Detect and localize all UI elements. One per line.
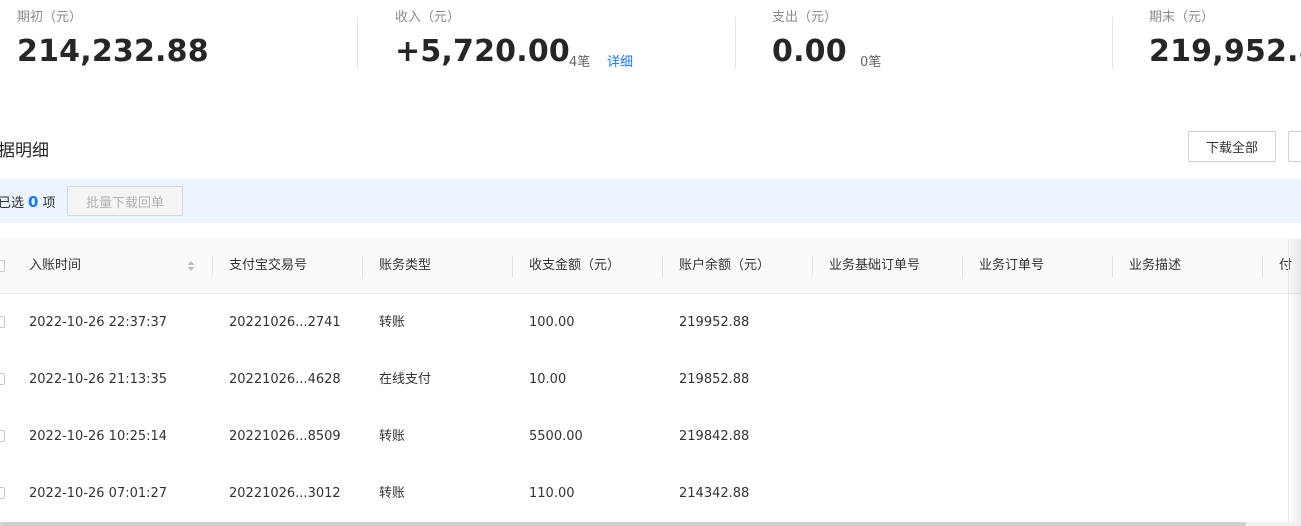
column-divider (512, 256, 513, 277)
select-all-checkbox[interactable] (0, 260, 5, 272)
column-divider (1112, 256, 1113, 277)
cell-type: 转账 (379, 315, 406, 330)
section-title: 据明细 (0, 141, 49, 161)
horizontal-scrollbar-thumb[interactable] (0, 522, 1246, 526)
closing-balance: 期末（元） 219,952.88 (1149, 0, 1301, 80)
cell-amount: 10.00 (529, 372, 567, 387)
row-checkbox[interactable] (0, 373, 5, 385)
opening-value: 214,232.88 (17, 34, 209, 69)
selection-status: 已选 0 项 (0, 192, 55, 211)
more-button[interactable] (1288, 131, 1301, 162)
selection-prefix: 已选 (0, 196, 25, 211)
column-header-entry-time[interactable]: 入账时间 (29, 239, 81, 293)
row-checkbox[interactable] (0, 316, 5, 328)
table-row[interactable]: 2022-10-26 21:13:35 20221026...4628 在线支付… (0, 351, 1301, 409)
column-header-payment: 付 (1279, 258, 1293, 273)
cell-entry-time: 2022-10-26 10:25:14 (29, 429, 168, 444)
cell-balance: 214342.88 (679, 486, 750, 501)
table-header: 入账时间 支付宝交易号 账务类型 收支金额（元） 账户余额（元） 业务基础订单号… (0, 239, 1301, 294)
column-header-trade-no: 支付宝交易号 (229, 258, 308, 273)
cell-trade-no: 20221026...4628 (229, 372, 341, 387)
closing-label: 期末（元） (1149, 10, 1215, 25)
income-count: 4笔 (569, 55, 591, 70)
table-row[interactable]: 2022-10-26 07:01:27 20221026...3012 转账 1… (0, 465, 1301, 523)
income-value: +5,720.00 (395, 34, 570, 69)
column-header-balance: 账户余额（元） (679, 258, 771, 273)
row-checkbox[interactable] (0, 430, 5, 442)
summary-divider (1112, 17, 1113, 68)
table-row[interactable]: 2022-10-26 22:37:37 20221026...2741 转账 1… (0, 294, 1301, 352)
column-divider (962, 256, 963, 277)
fixed-column-edge (1288, 239, 1289, 524)
cell-trade-no: 20221026...3012 (229, 486, 341, 501)
cell-balance: 219852.88 (679, 372, 750, 387)
batch-download-button[interactable]: 批量下载回单 (67, 186, 183, 216)
selection-bar: 已选 0 项 批量下载回单 (0, 179, 1301, 223)
income-label: 收入（元） (395, 10, 461, 25)
column-header-amount: 收支金额（元） (529, 258, 621, 273)
column-divider (212, 256, 213, 277)
cell-balance: 219952.88 (679, 315, 750, 330)
column-divider (662, 256, 663, 277)
selection-suffix: 项 (42, 196, 56, 211)
summary-divider (735, 17, 736, 68)
cell-amount: 5500.00 (529, 429, 583, 444)
cell-entry-time: 2022-10-26 21:13:35 (29, 372, 168, 387)
column-header-type: 账务类型 (379, 258, 432, 273)
expense-value: 0.00 (772, 34, 847, 69)
column-divider (362, 256, 363, 277)
cell-type: 在线支付 (379, 372, 432, 387)
opening-label: 期初（元） (17, 10, 83, 25)
expense-label: 支出（元） (772, 10, 838, 25)
column-header-description: 业务描述 (1129, 258, 1182, 273)
column-divider (1262, 256, 1263, 277)
cell-type: 转账 (379, 486, 406, 501)
closing-value: 219,952.88 (1149, 34, 1301, 69)
summary-divider (357, 17, 358, 68)
column-divider (812, 256, 813, 277)
table-row[interactable]: 2022-10-26 10:25:14 20221026...8509 转账 5… (0, 408, 1301, 466)
cell-entry-time: 2022-10-26 22:37:37 (29, 315, 168, 330)
column-header-base-order-no: 业务基础订单号 (829, 258, 921, 273)
cell-amount: 100.00 (529, 315, 575, 330)
balance-summary: 期初（元） 214,232.88 收入（元） +5,720.00 4笔 详细 支… (0, 0, 1301, 80)
download-all-button[interactable]: 下载全部 (1188, 131, 1276, 162)
row-checkbox[interactable] (0, 487, 5, 499)
cell-entry-time: 2022-10-26 07:01:27 (29, 486, 168, 501)
cell-balance: 219842.88 (679, 429, 750, 444)
cell-type: 转账 (379, 429, 406, 444)
sort-icon[interactable] (187, 260, 195, 272)
cell-amount: 110.00 (529, 486, 575, 501)
column-header-order-no: 业务订单号 (979, 258, 1045, 273)
income-detail-link[interactable]: 详细 (607, 51, 633, 70)
cell-trade-no: 20221026...2741 (229, 315, 341, 330)
cell-trade-no: 20221026...8509 (229, 429, 341, 444)
selection-count: 0 (28, 193, 39, 211)
expense-count: 0笔 (860, 55, 882, 70)
